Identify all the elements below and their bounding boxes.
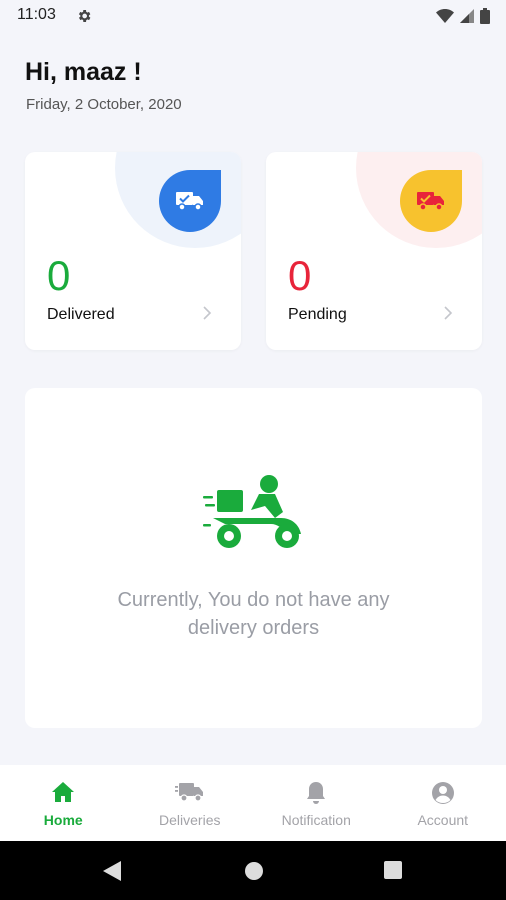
nav-account[interactable]: Account [380, 765, 506, 841]
pending-label: Pending [288, 306, 347, 323]
delivered-badge [159, 170, 221, 232]
nav-home-label: Home [43, 812, 83, 828]
pending-truck-icon [417, 192, 444, 211]
empty-state-message: Currently, You do not have any delivery … [25, 586, 482, 642]
bottom-navigation: Home Deliveries Notification Account [0, 765, 506, 841]
account-icon [431, 782, 454, 804]
battery-icon [480, 8, 490, 24]
truck-icon [174, 783, 203, 802]
signal-icon [460, 9, 474, 23]
nav-notification[interactable]: Notification [253, 765, 380, 841]
nav-deliveries[interactable]: Deliveries [127, 765, 254, 841]
recents-icon[interactable] [384, 861, 402, 879]
delivery-scooter-icon [203, 475, 301, 548]
current-date: Friday, 2 October, 2020 [26, 96, 182, 113]
delivered-count: 0 [47, 252, 71, 299]
home-button-icon[interactable] [244, 861, 264, 881]
delivered-truck-icon [176, 192, 203, 211]
status-bar: 11:03 [0, 0, 506, 32]
nav-deliveries-label: Deliveries [159, 812, 221, 828]
system-navigation-bar [0, 841, 506, 900]
gear-icon [78, 10, 91, 22]
empty-state-line2: delivery orders [187, 617, 320, 639]
back-icon[interactable] [103, 861, 121, 881]
chevron-right-icon [203, 306, 212, 320]
delivered-label: Delivered [47, 306, 115, 323]
nav-notification-label: Notification [281, 812, 351, 828]
pending-count: 0 [288, 252, 312, 299]
nav-home[interactable]: Home [0, 765, 127, 841]
nav-account-label: Account [417, 812, 469, 828]
status-time: 11:03 [17, 6, 56, 23]
home-icon [52, 782, 75, 802]
empty-state-line1: Currently, You do not have any [117, 589, 390, 611]
empty-orders-card: Currently, You do not have any delivery … [25, 388, 482, 728]
pending-badge [400, 170, 462, 232]
delivered-stat-card[interactable]: 0 Delivered [25, 152, 241, 350]
chevron-right-icon [444, 306, 453, 320]
wifi-icon [436, 9, 454, 23]
pending-stat-card[interactable]: 0 Pending [266, 152, 482, 350]
greeting-title: Hi, maaz ! [25, 58, 142, 86]
bell-icon [307, 782, 326, 804]
